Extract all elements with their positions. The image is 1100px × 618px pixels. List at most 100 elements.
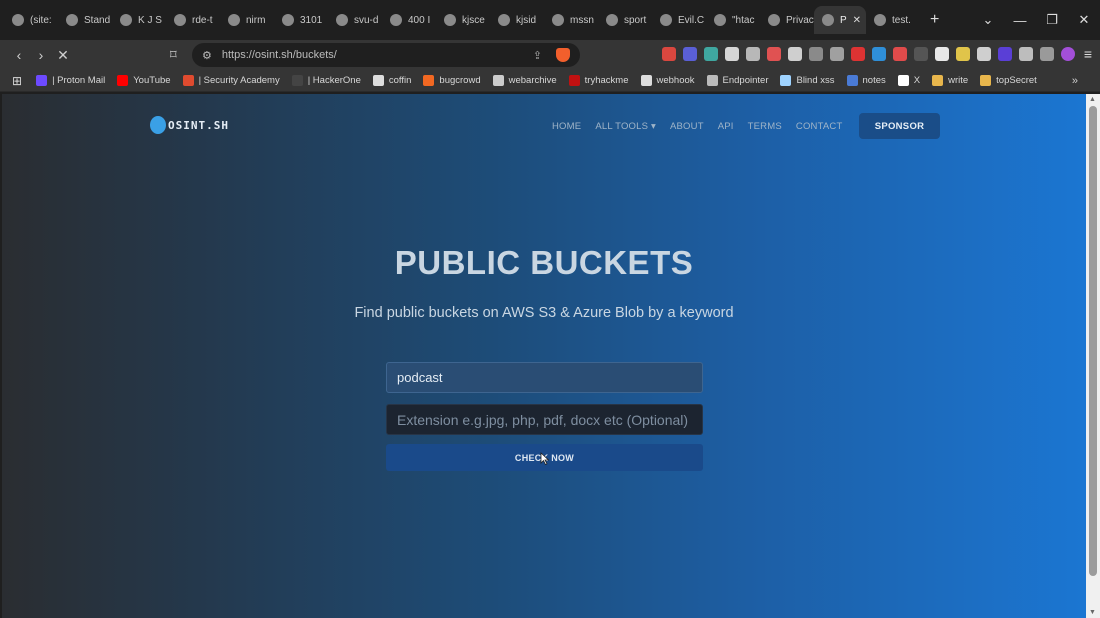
browser-tab[interactable]: kjsid <box>490 6 544 34</box>
tab-label: Stand <box>84 14 111 26</box>
share-icon[interactable]: ⇪ <box>533 49 542 62</box>
extension-icon[interactable] <box>871 47 886 61</box>
logo-text: OSINT.SH <box>168 118 229 132</box>
bookmark-item[interactable]: | HackerOne <box>291 75 361 86</box>
scroll-up-icon[interactable]: ▲ <box>1089 96 1096 103</box>
more-bookmarks-icon[interactable]: » <box>1072 75 1078 87</box>
close-window-icon[interactable]: ✕ <box>1068 12 1100 28</box>
bookmark-item[interactable]: | Proton Mail <box>36 75 105 86</box>
brave-shields-icon[interactable] <box>556 48 570 62</box>
extension-icon[interactable] <box>892 47 907 61</box>
apps-grid-icon[interactable]: ⊞ <box>12 74 22 88</box>
extension-icon[interactable] <box>745 47 760 61</box>
bookmark-item[interactable]: webhook <box>640 75 695 86</box>
restore-icon[interactable]: ❐ <box>1036 12 1068 28</box>
download-icon[interactable] <box>1039 47 1054 61</box>
stop-loading-icon[interactable]: ✕ <box>52 47 74 64</box>
browser-tab[interactable]: (site: <box>4 6 58 34</box>
nav-all-tools[interactable]: ALL TOOLS ▾ <box>595 121 656 132</box>
extension-icon[interactable] <box>850 47 865 61</box>
browser-tab[interactable]: kjsce <box>436 6 490 34</box>
browser-tab[interactable]: Evil.C <box>652 6 706 34</box>
minimize-icon[interactable]: — <box>1004 13 1036 28</box>
nav-api[interactable]: API <box>718 121 734 132</box>
extension-icon[interactable] <box>808 47 823 61</box>
tab-label: kjsid <box>516 14 537 26</box>
extension-icon[interactable] <box>955 47 970 61</box>
extension-icon[interactable] <box>661 47 676 61</box>
bookmark-item[interactable]: Endpointer <box>706 75 768 86</box>
browser-tab[interactable]: svu-d <box>328 6 382 34</box>
address-bar[interactable]: ⚙ https://osint.sh/buckets/ ⇪ <box>192 43 580 67</box>
puzzle-extensions-icon[interactable] <box>1018 47 1033 61</box>
tab-strip: (site: Stand K J S rde-t nirm 3101 svu-d 400 I k… <box>0 0 1100 40</box>
browser-tab[interactable]: 400 I <box>382 6 436 34</box>
sponsor-button[interactable]: SPONSOR <box>859 113 940 139</box>
new-tab-icon[interactable]: + <box>930 11 939 29</box>
tab-favicon-icon <box>552 14 564 26</box>
bookmark-item[interactable]: write <box>932 75 968 86</box>
browser-tab[interactable]: K J S <box>112 6 166 34</box>
keyword-input[interactable] <box>386 362 703 393</box>
profile-avatar-icon[interactable] <box>1060 47 1075 61</box>
extension-icon[interactable] <box>787 47 802 61</box>
extension-icon[interactable] <box>934 47 949 61</box>
bookmark-item[interactable]: tryhackme <box>568 75 629 86</box>
browser-tab[interactable]: test. <box>866 6 920 34</box>
extension-icon[interactable] <box>766 47 781 61</box>
tab-favicon-icon <box>822 14 834 26</box>
browser-tab[interactable]: "htac <box>706 6 760 34</box>
extension-icon[interactable] <box>724 47 739 61</box>
extension-icon[interactable] <box>682 47 697 61</box>
extension-icon[interactable] <box>829 47 844 61</box>
menu-icon[interactable]: ≡ <box>1084 46 1092 62</box>
tab-favicon-icon <box>228 14 240 26</box>
nav-contact[interactable]: CONTACT <box>796 121 843 132</box>
bookmark-item[interactable]: YouTube <box>117 75 171 86</box>
forward-icon[interactable]: › <box>30 47 52 63</box>
bookmark-label: write <box>948 75 969 86</box>
nav-about[interactable]: ABOUT <box>670 121 704 132</box>
bookmark-item[interactable]: X <box>897 75 920 86</box>
bookmark-label: tryhackme <box>584 75 629 86</box>
extension-icon[interactable] <box>913 47 928 61</box>
close-tab-icon[interactable]: ✕ <box>853 15 861 26</box>
browser-tab[interactable]: sport <box>598 6 652 34</box>
page-title: PUBLIC BUCKETS <box>394 244 694 281</box>
tab-favicon-icon <box>390 14 402 26</box>
tab-favicon-icon <box>282 14 294 26</box>
bookmark-label: topSecret <box>996 75 1037 86</box>
browser-tab[interactable]: rde-t <box>166 6 220 34</box>
site-settings-icon[interactable]: ⚙ <box>202 49 212 62</box>
bookmark-item[interactable]: coffin <box>372 75 411 86</box>
browser-tab[interactable]: mssn <box>544 6 598 34</box>
browser-tab[interactable]: nirm <box>220 6 274 34</box>
bookmark-favicon-icon <box>117 75 129 86</box>
browser-window: (site: Stand K J S rde-t nirm 3101 svu-d 400 I k… <box>0 0 1100 618</box>
nav-terms[interactable]: TERMS <box>748 121 782 132</box>
browser-tab[interactable]: Stand <box>58 6 112 34</box>
bookmark-icon[interactable]: ⌑ <box>170 47 177 63</box>
browser-tab[interactable]: Privacy e <box>760 6 814 34</box>
extension-icon[interactable] <box>997 47 1012 61</box>
page-scrollbar[interactable]: ▲ ▼ <box>1086 94 1100 618</box>
tab-label: sport <box>624 14 647 26</box>
bookmark-item[interactable]: Blind xss <box>780 75 835 86</box>
nav-home[interactable]: HOME <box>552 121 581 132</box>
browser-tab[interactable]: P ✕ <box>814 6 866 34</box>
tab-search-icon[interactable]: ⌄ <box>972 12 1004 28</box>
bookmark-item[interactable]: webarchive <box>492 75 557 86</box>
bookmark-item[interactable]: | Security Academy <box>182 75 280 86</box>
extension-icon[interactable] <box>976 47 991 61</box>
bookmark-item[interactable]: bugcrowd <box>423 75 481 86</box>
bookmark-item[interactable]: topSecret <box>980 75 1037 86</box>
bookmark-item[interactable]: notes <box>846 75 886 86</box>
scrollbar-thumb[interactable] <box>1089 106 1097 576</box>
scroll-down-icon[interactable]: ▼ <box>1089 609 1096 616</box>
tab-favicon-icon <box>498 14 510 26</box>
back-icon[interactable]: ‹ <box>8 47 30 63</box>
extension-icon[interactable] <box>703 47 718 61</box>
extension-input[interactable] <box>386 404 703 435</box>
browser-tab[interactable]: 3101 <box>274 6 328 34</box>
site-logo[interactable]: OSINT.SH <box>150 116 229 134</box>
